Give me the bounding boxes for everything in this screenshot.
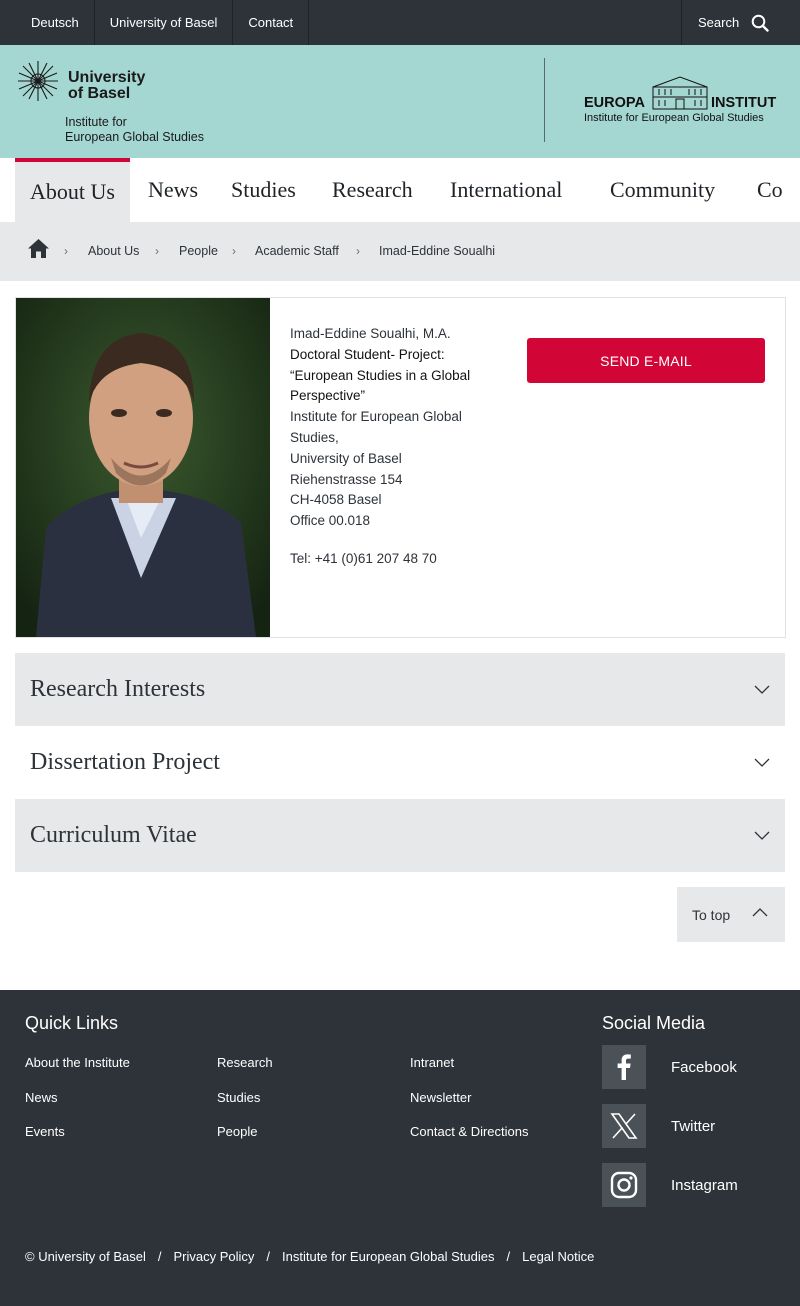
main-nav: About Us News Studies Research Internati… [0,158,800,222]
street-line: Riehenstrasse 154 [290,471,403,487]
europa-institut-logo[interactable]: EUROPA INSTITUT Institute for European G… [584,75,789,124]
institute-name: Institute for European Global Studies [65,115,204,144]
europa-word: EUROPA [584,95,645,111]
footer-link-news[interactable]: News [25,1090,58,1105]
breadcrumb-current: Imad-Eddine Soualhi [379,244,496,258]
privacy-policy-link[interactable]: Privacy Policy [173,1249,254,1264]
accordion-title: Dissertation Project [30,749,220,775]
social-label: Facebook [671,1058,737,1076]
chevron-right-icon: › [64,244,68,258]
university-link[interactable]: University of Basel [95,0,234,45]
legal-bar: © University of Basel / Privacy Policy / Ins… [25,1249,595,1264]
social-facebook[interactable]: Facebook [602,1045,737,1089]
footer-link-research[interactable]: Research [217,1055,273,1070]
university-name: University of Basel [68,69,146,102]
contact-link[interactable]: Contact [233,0,310,45]
footer-link-newsletter[interactable]: Newsletter [410,1090,471,1105]
role-line: Perspective” [290,388,366,404]
accordion-research-interests[interactable]: Research Interests [15,653,785,726]
legal-notice-link[interactable]: Legal Notice [522,1249,594,1264]
chevron-up-icon [752,908,768,917]
institut-word: INSTITUT [710,95,777,111]
profile-photo [16,298,270,637]
home-icon[interactable] [27,238,50,259]
search-icon [751,14,769,32]
facebook-icon [617,1054,631,1080]
phone-number[interactable]: Tel: +41 (0)61 207 48 70 [290,549,490,570]
basel-star-icon [18,61,58,101]
university-line: University of Basel [290,450,402,466]
institute-line: Studies, [290,429,339,445]
contact-info: Imad-Eddine Soualhi, M.A. Doctoral Stude… [290,324,490,570]
nav-item-international[interactable]: International [450,158,562,222]
x-twitter-icon [610,1113,638,1139]
site-footer: Quick Links About the Institute News Eve… [0,990,800,1306]
accordion-title: Curriculum Vitae [30,822,197,848]
chevron-down-icon [754,685,770,694]
role-line: “European Studies in a Global [290,367,471,383]
copyright: © University of Basel [25,1249,146,1264]
footer-link-people[interactable]: People [217,1124,257,1139]
profile-card: Imad-Eddine Soualhi, M.A. Doctoral Stude… [15,297,786,638]
institute-link[interactable]: Institute for European Global Studies [282,1249,494,1264]
social-twitter[interactable]: Twitter [602,1104,715,1148]
top-links: Deutsch University of Basel Contact [0,0,310,45]
nav-item-news[interactable]: News [148,158,198,222]
footer-link-intranet[interactable]: Intranet [410,1055,454,1070]
social-media-title: Social Media [602,1013,706,1033]
breadcrumb-about-us[interactable]: About Us [88,244,139,258]
nav-item-studies[interactable]: Studies [231,158,296,222]
building-icon [652,76,708,110]
accordion-curriculum-vitae[interactable]: Curriculum Vitae [15,799,785,872]
social-label: Twitter [671,1117,716,1135]
to-top-button[interactable]: To top [677,887,785,942]
instagram-icon [610,1171,638,1199]
chevron-down-icon [754,831,770,840]
social-label: Instagram [671,1176,738,1194]
university-logo[interactable]: University of Basel [15,59,145,108]
nav-item-community[interactable]: Community [610,158,715,222]
accordion-dissertation-project[interactable]: Dissertation Project [15,726,785,799]
breadcrumb: › About Us › People › Academic Staff › I… [0,222,800,281]
nav-item-more[interactable]: Co [757,158,783,222]
chevron-right-icon: › [356,244,360,258]
role-line: Doctoral Student- Project: [290,346,445,362]
footer-link-studies[interactable]: Studies [217,1090,260,1105]
person-name: Imad-Eddine Soualhi, M.A. [290,326,451,341]
nav-item-about-us[interactable]: About Us [15,158,130,222]
language-link[interactable]: Deutsch [0,0,95,45]
office-line: Office 00.018 [290,513,371,529]
to-top-label: To top [692,906,731,923]
footer-link-events[interactable]: Events [25,1124,65,1139]
accordion-title: Research Interests [30,676,206,702]
chevron-right-icon: › [155,244,159,258]
search-label: Search [698,15,740,30]
social-instagram[interactable]: Instagram [602,1163,738,1207]
search-button[interactable]: Search [681,0,800,45]
send-email-button[interactable]: SEND E-MAIL [527,338,765,383]
breadcrumb-people[interactable]: People [179,244,218,258]
nav-item-research[interactable]: Research [332,158,413,222]
chevron-right-icon: › [232,244,236,258]
footer-link-contact[interactable]: Contact & Directions [410,1124,529,1139]
header-divider [544,58,545,142]
footer-link-about[interactable]: About the Institute [25,1055,130,1070]
quick-links-title: Quick Links [25,1013,119,1033]
site-header: University of Basel Institute for Europe… [0,45,800,158]
city-line: CH-4058 Basel [290,492,382,508]
breadcrumb-academic-staff[interactable]: Academic Staff [255,244,339,258]
institute-line: Institute for European Global [290,409,462,425]
europa-subtitle: Institute for European Global Studies [584,112,764,124]
top-bar: Deutsch University of Basel Contact Sear… [0,0,800,45]
chevron-down-icon [754,758,770,767]
